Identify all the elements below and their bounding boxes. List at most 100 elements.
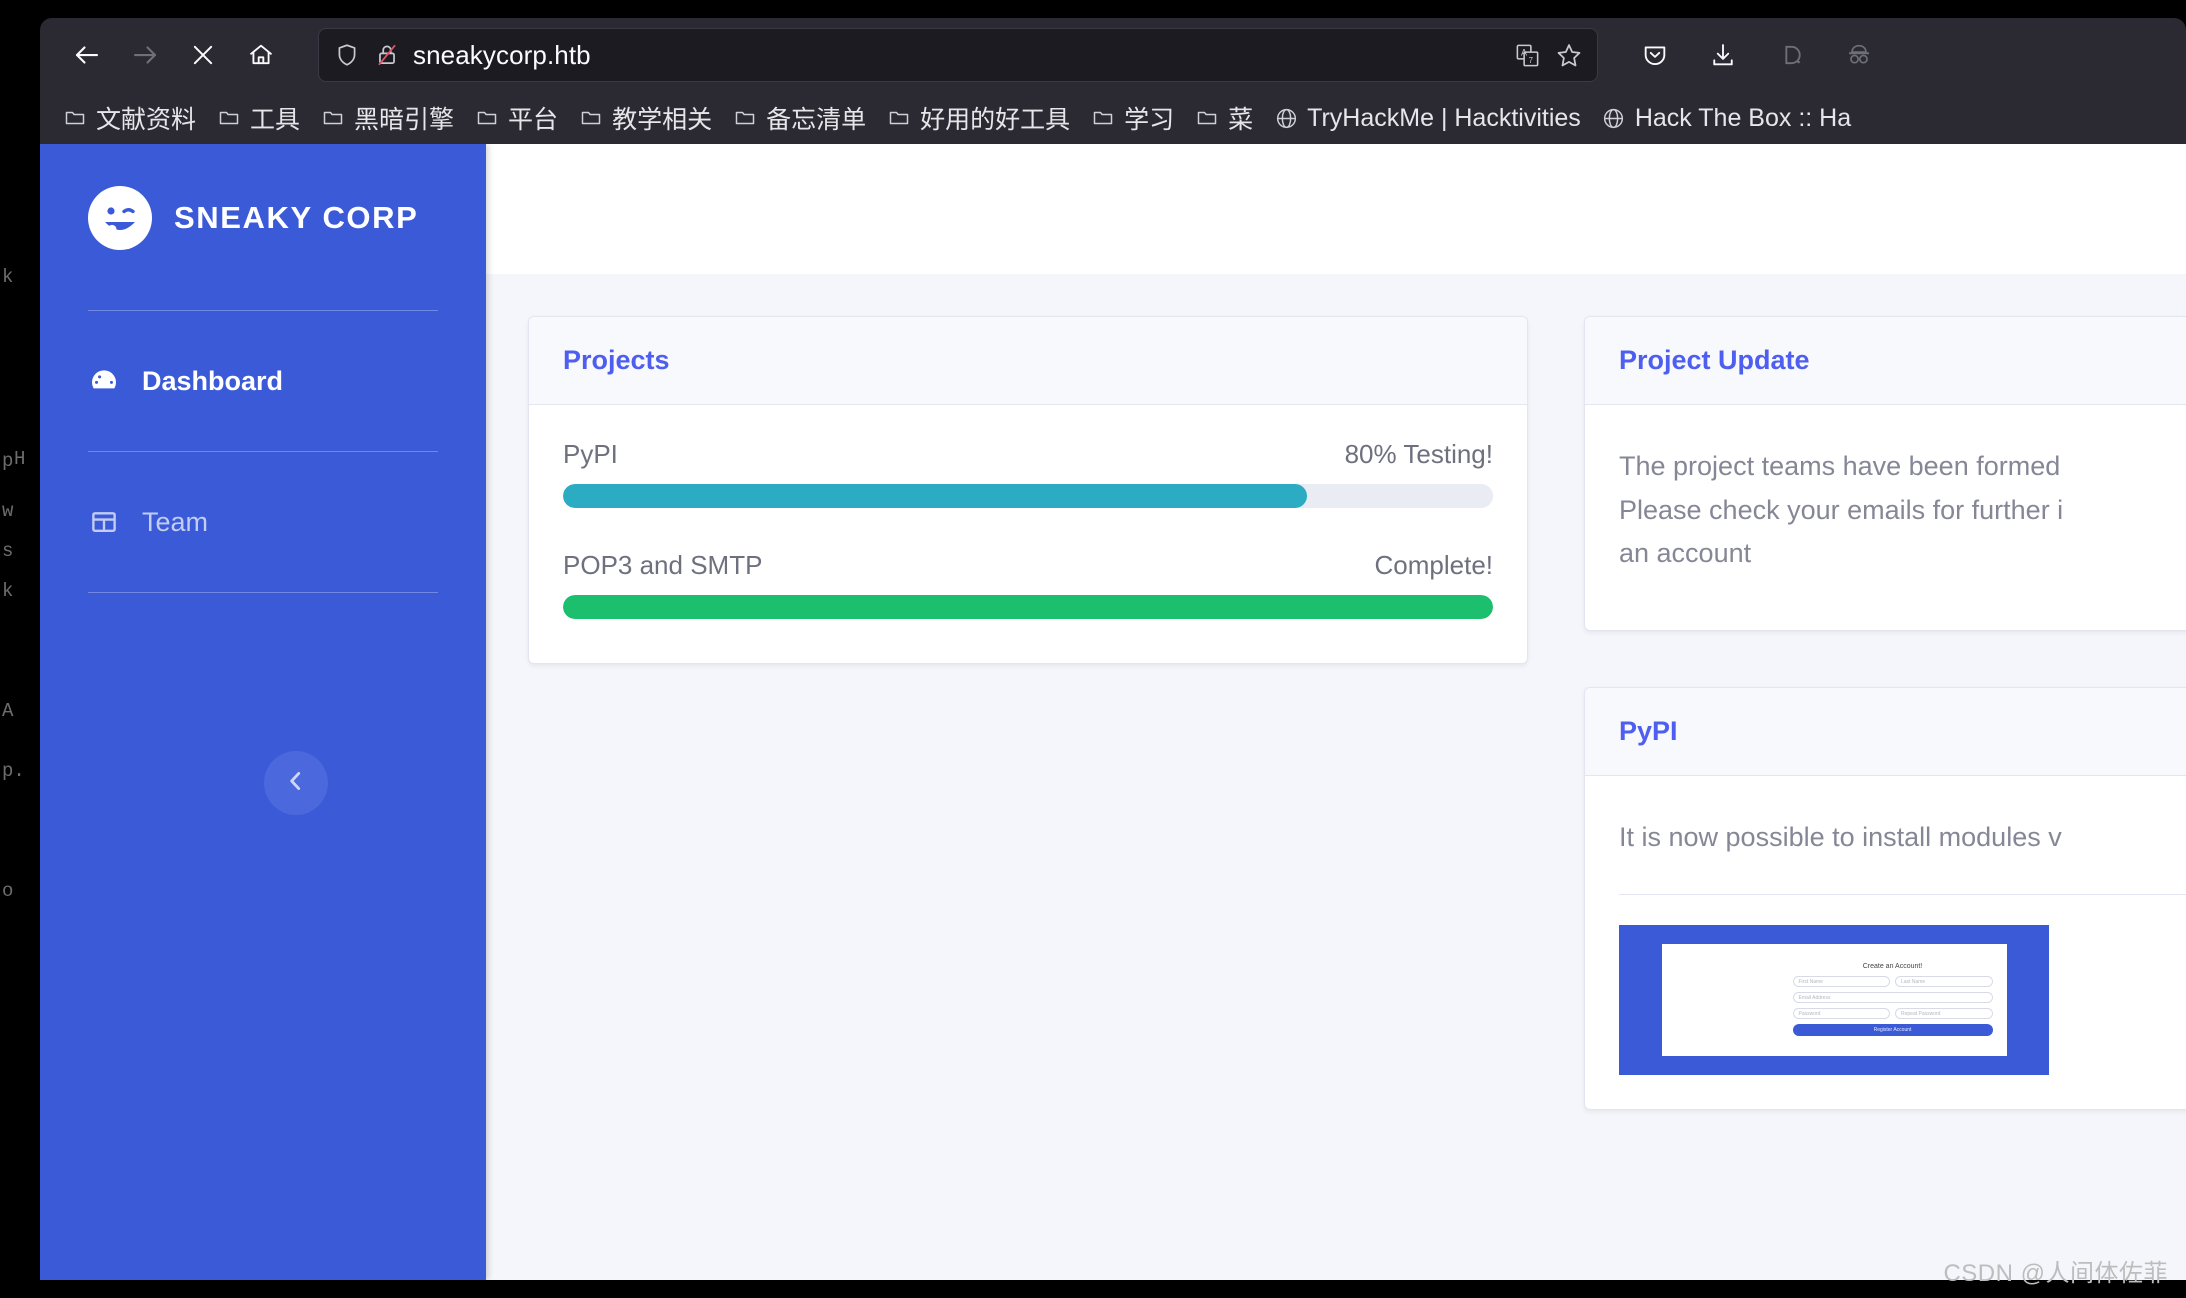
card-text-line: It is now possible to install modules v [1619,816,2186,860]
bookmark-label: 文献资料 [96,100,196,136]
insecure-lock-icon[interactable] [373,41,401,69]
private-browsing-icon[interactable] [1832,28,1886,82]
brand-name: SNEAKY CORP [174,200,418,236]
thumbnail-row: Email Address [1793,992,1993,1003]
folder-icon [62,105,88,131]
bookmark-item[interactable]: TryHackMe | Hacktivities [1265,100,1589,137]
bookmark-label: TryHackMe | Hacktivities [1307,104,1581,133]
speedometer-icon [88,365,120,397]
bookmark-item[interactable]: 工具 [208,96,308,140]
downloads-icon[interactable] [1696,28,1750,82]
card-header: PyPI [1585,688,2186,776]
wink-face-icon [88,186,152,250]
url-text[interactable]: sneakycorp.htb [413,40,1501,71]
app-content: Projects PyPI 80% Testing! [486,144,2186,1280]
chevron-left-icon [283,768,309,799]
project-label-line: POP3 and SMTP Complete! [563,550,1493,581]
bookmark-item[interactable]: 备忘清单 [724,96,874,140]
thumbnail-title: Create an Account! [1793,963,1993,970]
home-button[interactable] [234,28,288,82]
card-title: Projects [563,345,1493,376]
desktop-ghost-text: k [2,580,13,602]
card-text-line: an account [1619,532,2186,576]
bookmark-item[interactable]: Hack The Box :: Ha [1593,100,1859,137]
shield-icon[interactable] [333,41,361,69]
card-body: The project teams have been formed Pleas… [1585,405,2186,630]
thumbnail-form: Create an Account! First Name Last Name … [1793,963,1993,1036]
bookmarks-bar: 文献资料 工具 黑暗引擎 平台 教学相关 备忘清单 好用的好工具 学习 菜 Tr… [40,92,2186,144]
projects-card: Projects PyPI 80% Testing! [528,316,1528,664]
globe-icon [1601,105,1627,131]
pypi-card: PyPI It is now possible to install modul… [1584,687,2186,1110]
bookmark-item[interactable]: 教学相关 [570,96,720,140]
card-body: It is now possible to install modules v … [1585,776,2186,1109]
bookmark-item[interactable]: 文献资料 [54,96,204,140]
project-status: 80% Testing! [1345,439,1493,470]
pocket-icon[interactable] [1628,28,1682,82]
card-header: Project Update [1585,317,2186,405]
sidebar-item-label: Team [142,507,208,538]
bookmark-item[interactable]: 平台 [466,96,566,140]
card-text-line: The project teams have been formed [1619,445,2186,489]
account-icon[interactable] [1764,28,1818,82]
bookmark-label: 学习 [1124,100,1174,136]
bookmark-item[interactable]: 好用的好工具 [878,96,1078,140]
progress-track [563,595,1493,619]
progress-fill [563,484,1307,508]
folder-icon [320,105,346,131]
sidebar-item-dashboard[interactable]: Dashboard [40,311,486,451]
card-title: Project Update [1619,345,2186,376]
address-bar[interactable]: sneakycorp.htb A7 [318,28,1598,82]
brand[interactable]: SNEAKY CORP [40,144,486,250]
svg-text:7: 7 [1528,55,1532,64]
sidebar-item-team[interactable]: Team [40,452,486,592]
desktop-ghost-text: o [2,880,13,902]
thumbnail-row: Password Repeat Password [1793,1008,1993,1019]
back-button[interactable] [60,28,114,82]
desktop-ghost-text: s [2,540,13,562]
folder-icon [474,105,500,131]
desktop-ghost-text: A [2,700,13,722]
folder-icon [732,105,758,131]
folder-icon [216,105,242,131]
project-label-line: PyPI 80% Testing! [563,439,1493,470]
bookmark-label: 备忘清单 [766,100,866,136]
registration-form-thumbnail[interactable]: Create an Account! First Name Last Name … [1619,925,2049,1075]
desktop-ghost-text: k [2,266,13,288]
globe-icon [1273,105,1299,131]
progress-track [563,484,1493,508]
dashboard-cards: Projects PyPI 80% Testing! [486,274,2186,1280]
translate-icon[interactable]: A7 [1513,41,1541,69]
folder-icon [1090,105,1116,131]
folder-icon [578,105,604,131]
table-icon [88,506,120,538]
progress-fill [563,595,1493,619]
project-name: POP3 and SMTP [563,550,762,581]
watermark: CSDN @人间体佐菲 [1943,1253,2168,1288]
bookmark-label: 教学相关 [612,100,712,136]
thumbnail-field-first-name: First Name [1793,976,1891,987]
cards-column-left: Projects PyPI 80% Testing! [528,316,1528,720]
sidebar-collapse-button[interactable] [264,751,328,815]
sidebar-divider [88,592,438,593]
bookmark-label: 平台 [508,100,558,136]
app-sidebar: SNEAKY CORP Dashboard Team [40,144,486,1280]
forward-button[interactable] [118,28,172,82]
thumbnail-register-button: Register Account [1793,1024,1993,1036]
bookmark-label: 菜 [1228,100,1253,136]
stop-button[interactable] [176,28,230,82]
bookmark-item[interactable]: 学习 [1082,96,1182,140]
browser-toolbar: sneakycorp.htb A7 [40,18,2186,92]
card-header: Projects [529,317,1527,405]
thumbnail-field-password: Password [1793,1008,1891,1019]
bookmark-star-icon[interactable] [1555,41,1583,69]
thumbnail-inner-panel: Create an Account! First Name Last Name … [1662,944,2007,1056]
card-divider [1619,894,2186,895]
project-name: PyPI [563,439,618,470]
project-row: PyPI 80% Testing! [563,439,1493,508]
card-text-line: Please check your emails for further i [1619,489,2186,533]
bookmark-item[interactable]: 菜 [1186,96,1261,140]
bookmark-item[interactable]: 黑暗引擎 [312,96,462,140]
desktop-ghost-text: p. [2,760,25,782]
thumbnail-field-last-name: Last Name [1895,976,1993,987]
